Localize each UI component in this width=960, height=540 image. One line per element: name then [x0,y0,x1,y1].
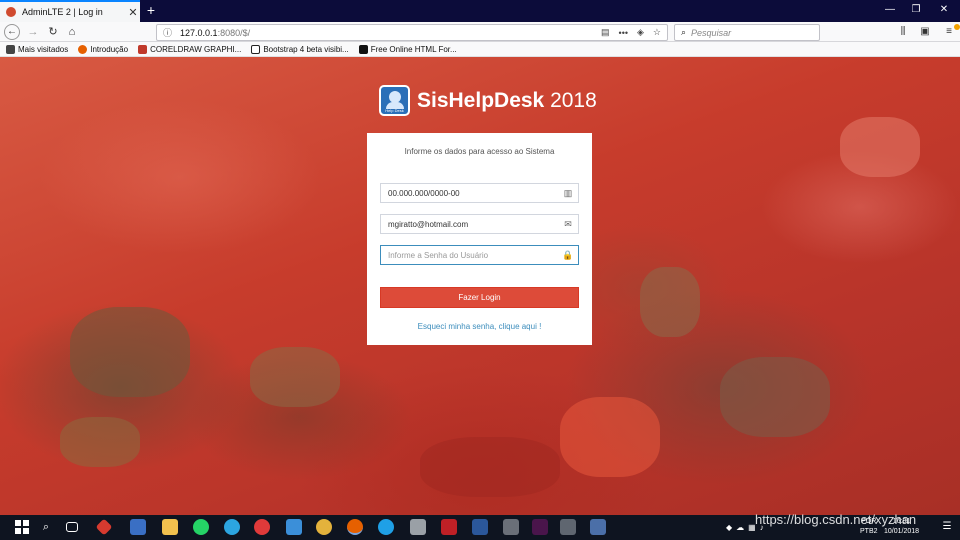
helpdesk-logo-icon: Help Desk [379,85,410,116]
library-icon[interactable]: ⫼ [896,25,910,39]
sidebar-icon[interactable]: ▣ [918,25,932,39]
background-shape [640,267,700,337]
email-value: mgiratto@hotmail.com [388,219,469,229]
lock-icon: 🔒 [562,249,574,260]
ie-icon[interactable] [378,519,394,535]
update-badge-icon [954,24,960,30]
bookmark-label: Introdução [90,44,129,54]
password-input[interactable] [388,250,561,260]
browser-tab-bar: AdminLTE 2 | Log in ✕ + — ❐ ✕ [0,0,960,22]
envelope-icon: ✉ [564,218,572,229]
new-tab-icon[interactable]: + [144,2,158,18]
bookmarks-toolbar: Mais visitados Introdução CORELDRAW GRAP… [0,42,960,57]
search-icon: ⌕ [681,27,687,37]
chrome-icon[interactable] [316,519,332,535]
bookmark-item[interactable]: CORELDRAW GRAPHI... [138,44,242,54]
whatsapp-icon[interactable] [193,519,209,535]
bookmark-label: CORELDRAW GRAPHI... [150,44,242,54]
tray-app-icon[interactable]: ◆ [726,523,732,532]
firefox-icon [78,44,88,54]
background-shape [420,437,560,497]
word-icon[interactable] [472,519,488,535]
background-shape [720,357,830,437]
cnpj-field[interactable]: 00.000.000/0000-00 ▥ [380,183,579,203]
notification-icon[interactable]: ☰ [940,520,954,534]
tab-title: AdminLTE 2 | Log in [22,7,103,17]
telegram-icon[interactable] [224,519,240,535]
adminlte-favicon-icon [6,7,16,17]
task-view-icon[interactable] [66,522,78,532]
app-usb-icon[interactable] [560,519,576,535]
minimize-icon[interactable]: — [880,2,900,18]
bookmark-item[interactable]: Introdução [78,44,129,54]
bookmark-label: Free Online HTML For... [370,44,457,54]
filezilla-icon[interactable] [441,519,457,535]
bookmark-label: Mais visitados [18,44,69,54]
reader-view-icon[interactable]: ▤ [601,27,610,38]
forgot-password-link[interactable]: Esqueci minha senha, clique aqui ! [367,322,592,331]
app-window-icon[interactable] [410,519,426,535]
firefox-icon[interactable] [347,519,363,535]
browser-tab[interactable]: AdminLTE 2 | Log in ✕ [0,0,140,22]
url-host: 127.0.0.1 [180,27,218,38]
bookmark-star-icon[interactable]: ☆ [653,27,661,38]
pocket-icon[interactable]: ◈ [637,27,644,38]
app-monitor-icon[interactable] [590,519,606,535]
bookmark-label: Bootstrap 4 beta visibi... [263,44,349,54]
background-shape [560,397,660,477]
reload-icon[interactable]: ↻ [45,24,61,40]
logo-caption: Help Desk [385,108,404,113]
background-shape [840,117,920,177]
app-user-icon[interactable] [130,519,146,535]
email-field[interactable]: mgiratto@hotmail.com ✉ [380,214,579,234]
building-icon: ▥ [563,187,573,198]
clock-date: 10/01/2018 [884,528,920,535]
site-info-icon[interactable]: ⓘ [163,26,172,39]
c-logo-icon [251,44,261,54]
app-title: SisHelpDesk 2018 [417,89,597,113]
close-tab-icon[interactable]: ✕ [126,6,140,19]
navigation-bar: ← → ↻ ⌂ ⓘ 127.0.0.1:8080/$/ ▤ ••• ◈ ☆ ⌕ … [0,22,960,42]
file-explorer-icon[interactable] [162,519,178,535]
watermark: https://blog.csdn.net/xyzhan [755,512,917,527]
bookmark-item[interactable]: Bootstrap 4 beta visibi... [251,44,349,54]
login-box: Informe os dados para acesso ao Sistema … [367,133,592,345]
page-actions-icon[interactable]: ••• [619,28,628,38]
app-logo: Help Desk SisHelpDesk 2018 [379,85,597,116]
gear-icon [6,44,15,54]
search-input[interactable]: ⌕ Pesquisar [674,24,820,41]
bookmark-item[interactable]: Mais visitados [6,44,69,54]
app-title-bold: SisHelpDesk [417,88,545,112]
slack-icon[interactable] [532,519,548,535]
app-red-icon[interactable] [95,518,113,536]
dx-icon[interactable] [254,519,270,535]
login-message: Informe os dados para acesso ao Sistema [404,147,555,156]
bookmark-item[interactable]: Free Online HTML For... [358,44,457,54]
background-shape [60,417,140,467]
search-placeholder: Pesquisar [691,27,732,38]
language-sub: PTB2 [860,528,878,535]
cnpj-value: 00.000.000/0000-00 [388,188,460,198]
forward-arrow-icon[interactable]: → [25,24,41,40]
app-title-year: 2018 [550,88,597,112]
search-icon[interactable]: ⌕ [38,519,54,535]
app-blue-icon[interactable] [286,519,302,535]
cloud-icon[interactable]: ☁ [736,523,744,532]
ff-logo-icon [358,44,368,54]
address-bar[interactable]: ⓘ 127.0.0.1:8080/$/ ▤ ••• ◈ ☆ [156,24,668,41]
login-button[interactable]: Fazer Login [380,287,579,308]
start-icon[interactable] [14,519,30,535]
restore-icon[interactable]: ❐ [906,2,926,18]
background-shape [70,307,190,397]
home-icon[interactable]: ⌂ [64,24,80,40]
back-arrow-icon[interactable]: ← [4,24,20,40]
password-field[interactable]: 🔒 [380,245,579,265]
url-path: :8080/$/ [217,27,251,38]
coreldraw-icon [138,44,148,54]
app-gray-icon[interactable] [503,519,519,535]
window-close-icon[interactable]: ✕ [934,2,954,18]
background-shape [250,347,340,407]
